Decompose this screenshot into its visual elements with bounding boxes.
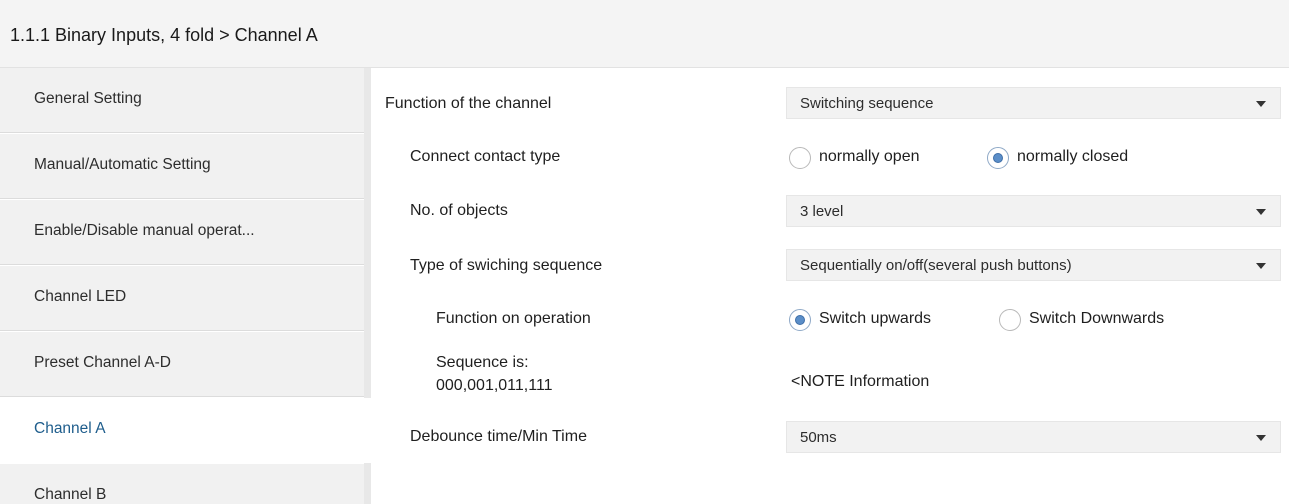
radio-button-icon [789,309,811,331]
sequence-values: 000,001,011,111 [436,377,553,394]
sidebar-item-channel-b[interactable]: Channel B [0,464,364,504]
debounce-time-dropdown[interactable]: 50ms [786,421,1281,453]
dropdown-value: 50ms [800,429,837,446]
dropdown-value: Sequentially on/off(several push buttons… [800,257,1072,274]
debounce-time-label: Debounce time/Min Time [410,428,587,445]
sidebar-item-label: General Setting [34,90,142,107]
sidebar-item-label: Channel A [34,420,106,437]
radio-button-icon [987,147,1009,169]
radio-label: normally closed [1017,148,1129,165]
sidebar-item-label: Preset Channel A-D [34,354,171,371]
function-on-operation-label: Function on operation [436,310,591,327]
no-of-objects-dropdown[interactable]: 3 level [786,195,1281,227]
contact-type-radio-group: normally open normally closed [789,145,1189,171]
function-of-channel-label: Function of the channel [385,95,552,112]
sidebar-item-channel-a[interactable]: Channel A [0,398,371,463]
sidebar-item-label: Channel LED [34,288,127,305]
sidebar-item-enable-disable-manual[interactable]: Enable/Disable manual operat... [0,200,364,265]
sequence-type-dropdown[interactable]: Sequentially on/off(several push buttons… [786,249,1281,281]
dropdown-value: 3 level [800,203,844,220]
sidebar-item-preset-channel[interactable]: Preset Channel A-D [0,332,364,397]
sidebar-divider [364,463,371,504]
radio-normally-closed[interactable]: normally closed [987,145,1177,171]
sidebar-item-label: Enable/Disable manual operat... [34,222,255,239]
breadcrumb: 1.1.1 Binary Inputs, 4 fold > Channel A [10,25,318,45]
sidebar-item-label: Manual/Automatic Setting [34,156,211,173]
radio-button-icon [999,309,1021,331]
chevron-down-icon [1256,435,1266,441]
note-information: <NOTE Information [791,373,930,390]
sequence-type-label: Type of swiching sequence [410,257,603,274]
contact-type-label: Connect contact type [410,148,561,165]
function-of-channel-dropdown[interactable]: Switching sequence [786,87,1281,119]
radio-switch-upwards[interactable]: Switch upwards [789,307,989,333]
sidebar-item-label: Channel B [34,486,107,503]
radio-label: normally open [819,148,920,165]
sidebar-item-channel-led[interactable]: Channel LED [0,266,364,331]
operation-radio-group: Switch upwards Switch Downwards [789,307,1269,333]
radio-label: Switch Downwards [1029,310,1165,327]
sequence-is-label: Sequence is: [436,354,529,371]
radio-normally-open[interactable]: normally open [789,145,969,171]
radio-label: Switch upwards [819,310,932,327]
sidebar-item-manual-automatic-setting[interactable]: Manual/Automatic Setting [0,134,364,199]
chevron-down-icon [1256,209,1266,215]
chevron-down-icon [1256,263,1266,269]
parameter-panel: Function of the channel Switching sequen… [371,68,1289,504]
sidebar: General Setting Manual/Automatic Setting… [0,68,371,504]
dropdown-value: Switching sequence [800,95,934,112]
radio-switch-downwards[interactable]: Switch Downwards [999,307,1239,333]
sidebar-divider [364,68,371,398]
radio-button-icon [789,147,811,169]
chevron-down-icon [1256,101,1266,107]
no-of-objects-label: No. of objects [410,202,508,219]
sidebar-item-general-setting[interactable]: General Setting [0,68,364,133]
title-bar: 1.1.1 Binary Inputs, 4 fold > Channel A [0,0,1289,68]
